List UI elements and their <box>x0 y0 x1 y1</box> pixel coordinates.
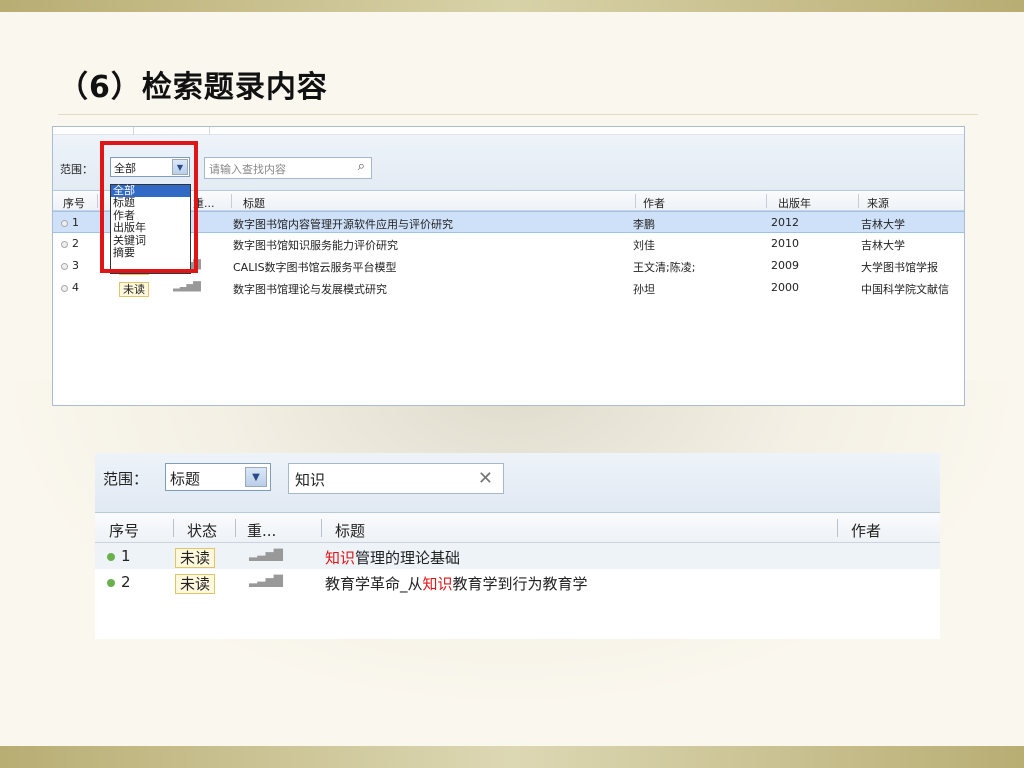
status-badge[interactable]: 未读 <box>175 548 216 568</box>
row-source: 吉林大学 <box>861 218 905 231</box>
highlight-box <box>100 141 198 273</box>
row-num: 4 <box>61 281 79 294</box>
col-header-source[interactable]: 来源 <box>867 195 889 211</box>
row-year: 2009 <box>771 259 799 272</box>
signal-icon: ▂▃▅▇ <box>249 547 283 561</box>
row-num: 1 <box>107 547 131 565</box>
table-row[interactable]: 4 未读 ▂▃▅▇ 数字图书馆理论与发展模式研究 孙坦 2000 中国科学院文献… <box>53 277 964 299</box>
keyword-highlight: 知识 <box>325 549 356 567</box>
status-dot-icon <box>61 219 68 227</box>
signal-icon: ▂▃▅▇ <box>173 281 201 292</box>
table-header: 序号 状态 重... 标题 作者 <box>95 513 940 543</box>
search-panel-2: 范围： 标题 ▼ 知识 ✕ 序号 状态 重... 标题 作者 1 未读 ▂▃▅▇… <box>95 453 940 639</box>
search-placeholder: 请输入查找内容 <box>209 163 286 176</box>
scope-label: 范围： <box>103 470 149 488</box>
row-num: 2 <box>107 573 131 591</box>
row-title: 数字图书馆内容管理开源软件应用与评价研究 <box>233 218 453 231</box>
table-row[interactable]: 2 未读 ▂▃▅▇ 教育学革命_从知识教育学到行为教育学 <box>95 569 940 595</box>
search-icon[interactable]: ⌕ <box>358 159 365 174</box>
row-author: 李鹏 <box>633 218 655 231</box>
slide-title: （6）检索题录内容 <box>58 70 328 105</box>
col-header-num[interactable]: 序号 <box>109 520 139 541</box>
row-author: 孙坦 <box>633 283 655 296</box>
search-bar: 范围： 标题 ▼ 知识 ✕ <box>95 453 940 513</box>
top-decor-bar <box>0 0 1024 12</box>
col-header-title[interactable]: 标题 <box>243 195 265 211</box>
status-dot-icon <box>107 552 115 561</box>
row-source: 中国科学院文献信 <box>861 283 949 296</box>
row-author: 刘佳 <box>633 239 655 252</box>
status-dot-icon <box>61 240 68 248</box>
row-num: 3 <box>61 259 79 272</box>
row-title: CALIS数字图书馆云服务平台模型 <box>233 261 397 274</box>
clear-icon[interactable]: ✕ <box>478 468 493 489</box>
row-status: 未读 <box>175 547 216 568</box>
keyword-highlight: 知识 <box>422 575 453 593</box>
row-author: 王文清;陈凌; <box>633 261 696 274</box>
signal-icon: ▂▃▅▇ <box>249 573 283 587</box>
row-status: 未读 <box>175 573 216 594</box>
row-status: 未读 <box>119 281 149 297</box>
tab-strip <box>53 127 964 135</box>
search-value: 知识 <box>295 471 326 489</box>
row-year: 2010 <box>771 237 799 250</box>
row-title: 数字图书馆理论与发展模式研究 <box>233 283 387 296</box>
bottom-decor-bar <box>0 746 1024 768</box>
search-input[interactable]: 请输入查找内容 ⌕ <box>204 157 372 179</box>
row-title: 知识管理的理论基础 <box>325 549 461 567</box>
row-num: 1 <box>61 216 79 229</box>
row-source: 吉林大学 <box>861 239 905 252</box>
row-title: 教育学革命_从知识教育学到行为教育学 <box>325 575 588 593</box>
title-divider <box>58 114 978 115</box>
status-dot-icon <box>107 578 115 587</box>
col-header-author[interactable]: 作者 <box>643 195 665 211</box>
scope-select-value: 标题 <box>170 470 201 488</box>
col-header-year[interactable]: 出版年 <box>778 195 811 211</box>
col-header-priority[interactable]: 重... <box>247 520 276 541</box>
row-source: 大学图书馆学报 <box>861 261 938 274</box>
col-header-status[interactable]: 状态 <box>187 520 217 541</box>
scope-select[interactable]: 标题 ▼ <box>165 463 271 491</box>
col-header-author[interactable]: 作者 <box>851 520 881 541</box>
search-input[interactable]: 知识 ✕ <box>288 463 504 494</box>
status-dot-icon <box>61 284 68 292</box>
row-num: 2 <box>61 237 79 250</box>
status-badge[interactable]: 未读 <box>175 574 216 594</box>
col-header-num[interactable]: 序号 <box>63 195 85 211</box>
table-row[interactable]: 1 未读 ▂▃▅▇ 知识管理的理论基础 <box>95 543 940 569</box>
scope-label: 范围： <box>60 163 93 176</box>
row-year: 2012 <box>771 216 799 229</box>
col-header-title[interactable]: 标题 <box>335 520 365 541</box>
row-year: 2000 <box>771 281 799 294</box>
row-title: 数字图书馆知识服务能力评价研究 <box>233 239 398 252</box>
chevron-down-icon[interactable]: ▼ <box>245 467 267 487</box>
status-dot-icon <box>61 262 68 270</box>
status-badge[interactable]: 未读 <box>119 282 149 297</box>
